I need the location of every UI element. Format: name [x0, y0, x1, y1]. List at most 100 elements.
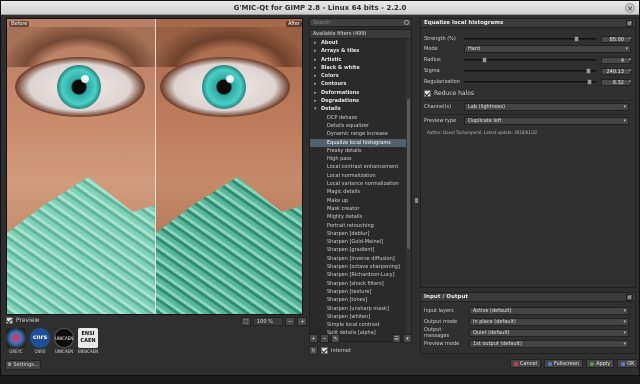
filter-search-input[interactable]: Search: [309, 18, 412, 27]
filter-category[interactable]: ▸ Degradations: [310, 97, 411, 105]
filter-list-scrollbar[interactable]: [406, 39, 411, 341]
filter-item[interactable]: Freaky details: [310, 147, 411, 155]
filter-item[interactable]: Sharpen [deblur]: [310, 230, 411, 238]
image-preview[interactable]: Before After: [6, 18, 303, 315]
greyc-logo[interactable]: GREYC: [6, 328, 26, 354]
filter-item[interactable]: Sharpen [shock filters]: [310, 280, 411, 288]
chevron-down-icon: ▾: [623, 104, 626, 110]
preview-checkbox[interactable]: [6, 317, 13, 324]
sigma-slider[interactable]: [464, 68, 596, 74]
sigma-spinbox[interactable]: 240.13: [601, 67, 631, 75]
collapse-all-icon[interactable]: ▾: [403, 334, 412, 343]
filter-item[interactable]: Sharpen [inverse diffusion]: [310, 255, 411, 263]
preview-mode-combo[interactable]: 1st output (default) ▾: [469, 340, 629, 348]
zoom-out-button[interactable]: −: [285, 317, 296, 326]
strength-slider-handle[interactable]: [574, 36, 580, 42]
zoom-level-combo[interactable]: 100 %: [253, 317, 283, 326]
collapsed-arrow-icon[interactable]: ▸: [314, 47, 321, 55]
radius-slider[interactable]: [464, 57, 596, 63]
close-icon[interactable]: ✕: [625, 3, 635, 13]
regularization-spinbox[interactable]: 6.32: [601, 78, 631, 86]
fullscreen-button[interactable]: Fullscreen: [543, 359, 584, 368]
toggle-visibility-icon[interactable]: ☰: [392, 334, 401, 343]
preview-type-combo[interactable]: Duplicate left ▾: [464, 117, 629, 125]
input-layers-combo[interactable]: Active (default) ▾: [469, 307, 629, 315]
filter-item[interactable]: Sharpen [octave sharpening]: [310, 263, 411, 271]
channels-combo[interactable]: Lab (lightness) ▾: [464, 103, 629, 111]
filter-item[interactable]: Mighty details: [310, 213, 411, 221]
zoom-fit-button[interactable]: ⛶: [241, 317, 251, 326]
collapsed-arrow-icon[interactable]: ▸: [314, 39, 321, 47]
reset-io-icon[interactable]: ↺: [626, 294, 633, 301]
reduce-halos-checkbox[interactable]: [424, 89, 431, 97]
filter-item-selected[interactable]: Equalize local histograms: [310, 138, 411, 147]
output-messages-combo[interactable]: Quiet (default) ▾: [469, 329, 629, 337]
unicaen-logo[interactable]: UNICAEN UNICAEN: [54, 328, 74, 354]
mode-combo[interactable]: Hard ▾: [464, 45, 631, 53]
reduce-halos-param[interactable]: Reduce halos: [424, 89, 634, 97]
output-mode-combo[interactable]: In place (default) ▾: [469, 318, 629, 326]
filter-category[interactable]: ▾ Details: [310, 105, 411, 113]
filter-item[interactable]: Dynamic range increase: [310, 130, 411, 138]
collapsed-arrow-icon[interactable]: ▸: [314, 56, 321, 64]
radius-slider-handle[interactable]: [481, 57, 487, 63]
regularization-slider-handle[interactable]: [587, 79, 593, 85]
filter-item[interactable]: Local normalization: [310, 172, 411, 180]
filter-item[interactable]: Sharpen [tones]: [310, 296, 411, 304]
rename-fave-icon[interactable]: ✎: [331, 334, 340, 343]
filter-category[interactable]: ▸ Arrays & tiles: [310, 47, 411, 55]
collapsed-arrow-icon[interactable]: ▸: [314, 64, 321, 72]
output-messages-label: Output messages: [424, 327, 450, 339]
filter-item[interactable]: Sharpen [Gold-Meinel]: [310, 238, 411, 246]
filter-category[interactable]: ▸ Deformations: [310, 89, 411, 97]
filter-tree[interactable]: Available filters (499) ▸ About ▸ Arrays & …: [309, 29, 412, 342]
chevron-down-icon: ▾: [623, 308, 626, 314]
filter-item[interactable]: Magic details: [310, 188, 411, 196]
splitter-grip[interactable]: [415, 198, 418, 203]
preview-toggle[interactable]: Preview: [6, 317, 39, 324]
internet-checkbox[interactable]: [321, 347, 328, 354]
filter-category[interactable]: ▸ Contours: [310, 80, 411, 88]
filter-item[interactable]: Portrait retouching: [310, 222, 411, 230]
filter-item[interactable]: Simple local contrast: [310, 321, 411, 329]
ensicaen-logo[interactable]: ENSI CAEN ENSICAEN: [78, 328, 98, 354]
panel-splitter[interactable]: [415, 18, 418, 343]
filter-category[interactable]: ▸ About: [310, 39, 411, 47]
ok-button[interactable]: OK: [617, 359, 639, 368]
cnrs-logo[interactable]: cnrs CNRS: [30, 328, 50, 354]
collapsed-arrow-icon[interactable]: ▸: [314, 89, 321, 97]
filter-item[interactable]: Sharpen [whiten]: [310, 313, 411, 321]
settings-button[interactable]: ⚙ Settings...: [5, 360, 41, 370]
collapsed-arrow-icon[interactable]: ▸: [314, 80, 321, 88]
regularization-slider[interactable]: [464, 79, 596, 85]
strength-spinbox[interactable]: 85.00: [601, 35, 631, 43]
add-fave-icon[interactable]: +: [309, 334, 318, 343]
sigma-slider-handle[interactable]: [586, 68, 592, 74]
filter-category[interactable]: ▸ Colors: [310, 72, 411, 80]
cancel-button[interactable]: Cancel: [510, 359, 541, 368]
filter-item[interactable]: Details equalizer: [310, 122, 411, 130]
filter-item[interactable]: Local contrast enhancement: [310, 163, 411, 171]
reset-params-icon[interactable]: ↺: [626, 20, 633, 27]
filter-item[interactable]: Sharpen [gradient]: [310, 246, 411, 254]
scrollbar-thumb[interactable]: [407, 99, 410, 249]
refresh-icon[interactable]: ↻: [309, 346, 318, 355]
filter-category[interactable]: ▸ Black & white: [310, 64, 411, 72]
remove-fave-icon[interactable]: −: [320, 334, 329, 343]
filter-item[interactable]: Sharpen [Richardson-Lucy]: [310, 271, 411, 279]
expanded-arrow-icon[interactable]: ▾: [314, 105, 321, 113]
filter-item[interactable]: Local variance normalization: [310, 180, 411, 188]
zoom-in-button[interactable]: +: [297, 317, 308, 326]
filter-item[interactable]: DCP dehaze: [310, 114, 411, 122]
collapsed-arrow-icon[interactable]: ▸: [314, 72, 321, 80]
filter-item[interactable]: Sharpen [texture]: [310, 288, 411, 296]
filter-item[interactable]: Make up: [310, 197, 411, 205]
collapsed-arrow-icon[interactable]: ▸: [314, 97, 321, 105]
strength-slider[interactable]: [464, 36, 596, 42]
filter-category[interactable]: ▸ Artistic: [310, 56, 411, 64]
filter-item[interactable]: Sharpen [unsharp mask]: [310, 305, 411, 313]
filter-item[interactable]: High pass: [310, 155, 411, 163]
radius-spinbox[interactable]: 4: [601, 56, 631, 64]
apply-button[interactable]: Apply: [586, 359, 615, 368]
filter-item[interactable]: Mask creator: [310, 205, 411, 213]
